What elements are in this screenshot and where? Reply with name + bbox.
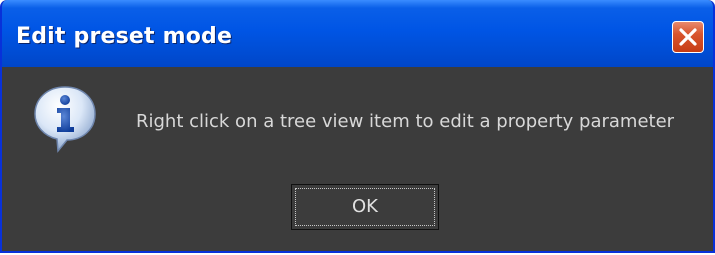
info-icon [34,86,96,153]
dialog-message: Right click on a tree view item to edit … [136,111,675,132]
title-bar[interactable]: Edit preset mode [2,0,713,67]
ok-button[interactable]: OK [291,184,439,230]
dialog-body: Right click on a tree view item to edit … [2,67,713,251]
close-button[interactable] [672,21,704,53]
dialog-window: Edit preset mode Right click on a tree v… [0,0,715,253]
close-icon [679,28,697,46]
dialog-title: Edit preset mode [16,24,233,49]
ok-button-label: OK [352,196,378,217]
